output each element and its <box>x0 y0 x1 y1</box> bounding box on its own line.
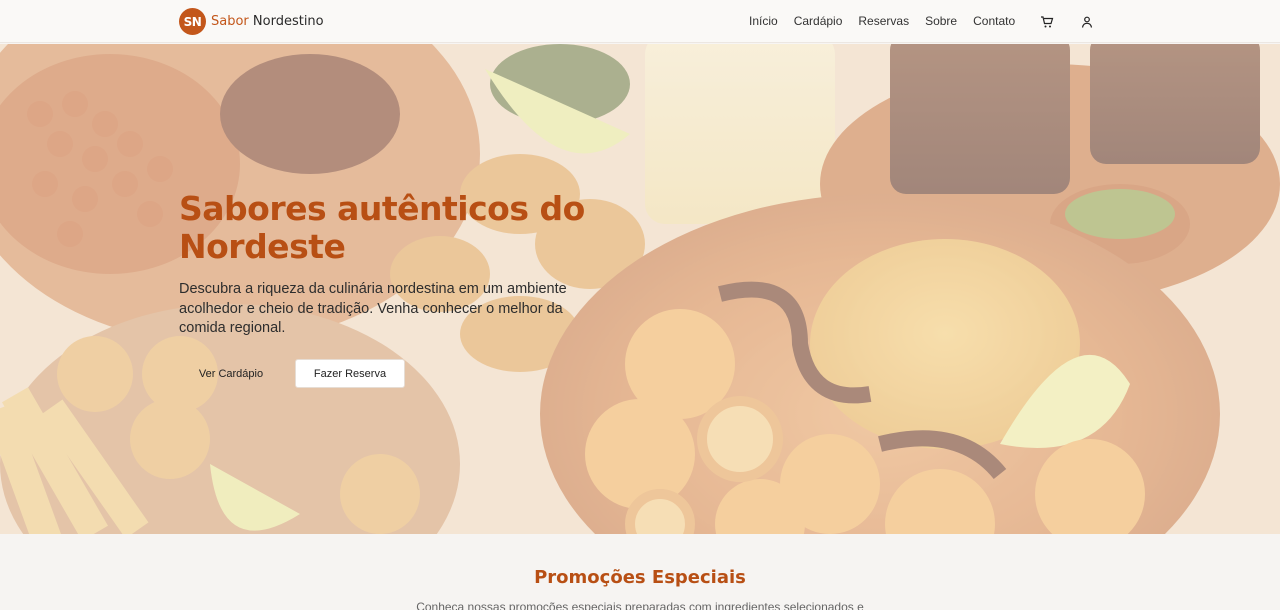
brand-name: Sabor Nordestino <box>211 14 324 29</box>
hero-content: Sabores autênticos do Nordeste Descubra … <box>179 190 609 339</box>
hero-actions: Ver Cardápio Fazer Reserva <box>179 359 405 388</box>
nav-cardapio[interactable]: Cardápio <box>794 14 843 28</box>
nav-icons <box>1040 14 1120 28</box>
promotions-subtitle: Conheça nossas promoções especiais prepa… <box>416 600 864 610</box>
brand-logo[interactable]: SN Sabor Nordestino <box>179 8 324 35</box>
site-header: SN Sabor Nordestino Início Cardápio Rese… <box>0 0 1280 43</box>
nav-reservas[interactable]: Reservas <box>858 14 909 28</box>
cart-icon[interactable] <box>1040 14 1054 28</box>
promotions-title: Promoções Especiais <box>534 567 746 588</box>
hero-title-line2: Nordeste <box>179 227 346 266</box>
main-nav: Início Cardápio Reservas Sobre Contato <box>749 14 1031 28</box>
nav-inicio[interactable]: Início <box>749 14 778 28</box>
hero-section: Sabores autênticos do Nordeste Descubra … <box>0 44 1280 534</box>
brand-name-first: Sabor <box>211 14 253 29</box>
nav-contato[interactable]: Contato <box>973 14 1015 28</box>
hero-title: Sabores autênticos do Nordeste <box>179 190 609 266</box>
nav-sobre[interactable]: Sobre <box>925 14 957 28</box>
hero-title-line1: Sabores autênticos do <box>179 189 585 228</box>
user-icon[interactable] <box>1080 14 1094 28</box>
make-reservation-button[interactable]: Fazer Reserva <box>295 359 405 388</box>
hero-subtitle: Descubra a riqueza da culinária nordesti… <box>179 281 567 336</box>
view-menu-button[interactable]: Ver Cardápio <box>179 360 283 388</box>
brand-name-second: Nordestino <box>252 14 324 29</box>
promotions-section: Promoções Especiais Conheça nossas promo… <box>0 534 1280 610</box>
logo-badge: SN <box>179 8 206 35</box>
